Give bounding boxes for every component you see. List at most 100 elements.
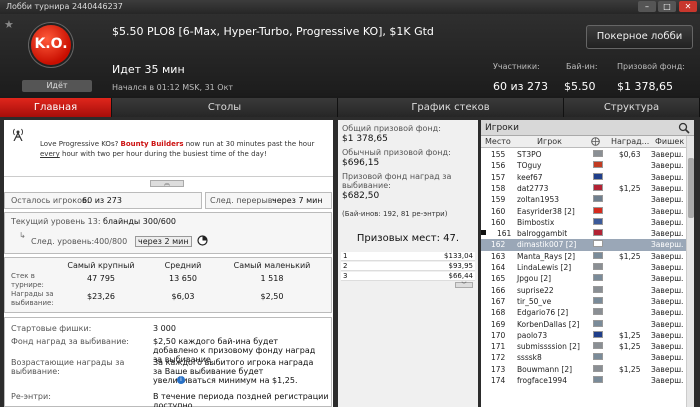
player-place: 164 [491,263,506,272]
elapsed-time: Идет 35 мин [112,63,185,76]
player-row[interactable]: 160 Easyrider38 [2] Заверш. [481,206,686,217]
country-flag-icon [593,150,603,157]
next-level-time: через 2 мин [135,236,192,247]
window-title: Лобби турнира 2440446237 [6,2,123,11]
player-place: 158 [491,183,506,193]
country-flag-icon [593,308,603,316]
player-place: 160 [491,206,506,216]
country-flag-icon [593,183,603,191]
player-row[interactable]: 162 dimastik007 [2] Заверш. [481,239,686,251]
promo-highlight[interactable]: Bounty Builders [121,140,184,148]
entrants-label: Участники: [493,62,540,71]
player-name: dimastik007 [2] [517,240,577,250]
remaining-label: Осталось игроков: [11,196,90,205]
expand-payouts-button[interactable]: ︾ [455,282,473,288]
player-name: zoltan1953 [517,195,559,205]
col-place[interactable]: Место [485,137,511,146]
player-row[interactable]: 170 paolo73 $1,25 Заверш. [481,330,686,341]
country-flag-icon [593,240,603,248]
player-bounty: $0,63 [619,150,641,159]
player-place: 167 [491,296,506,306]
break-value: через 7 мин [272,196,323,205]
globe-icon[interactable] [591,137,600,148]
country-flag-icon [593,263,603,270]
player-row[interactable]: 159 zoltan1953 Заверш. [481,194,686,205]
player-chips: Заверш. [651,251,684,261]
info-icon[interactable]: i [177,376,185,384]
player-row[interactable]: 165 Jpgou [2] Заверш. [481,273,686,284]
player-bounty: $1,25 [619,342,641,352]
player-row[interactable]: 156 TOguy Заверш. [481,160,686,171]
player-row[interactable]: 168 Edgario76 [2] Заверш. [481,307,686,318]
player-row[interactable]: 158 dat2773 $1,25 Заверш. [481,183,686,194]
collapse-banner-button[interactable]: ︽ [150,180,184,187]
player-row[interactable]: 172 ssssk8 Заверш. [481,352,686,363]
player-row[interactable]: 155 ST3PO $0,63 Заверш. [481,149,686,160]
player-name: paolo73 [517,330,548,340]
player-chips: Заверш. [651,229,684,239]
player-chips: Заверш. [651,308,684,318]
col-bounty[interactable]: Наград... [611,137,649,146]
next-level-label: След. уровень: [31,237,95,246]
player-row[interactable]: 163 Manta_Rays [2] $1,25 Заверш. [481,251,686,262]
tab-tables[interactable]: Столы [112,98,338,117]
player-place: 157 [491,172,506,182]
player-row[interactable]: 173 Bouwmann [2] $1,25 Заверш. [481,364,686,375]
player-row[interactable]: 160 Bimbostix Заверш. [481,217,686,228]
player-place: 160 [491,217,506,227]
payout-amount: $93,95 [448,262,474,270]
country-flag-icon [593,172,603,180]
player-row[interactable]: 157 keef67 Заверш. [481,172,686,183]
player-name: Bimbostix [517,217,555,227]
country-flag-icon [593,296,603,304]
player-place: 169 [491,319,506,329]
search-icon[interactable] [678,122,690,134]
ko-prize-value: $682,50 [342,191,380,201]
player-row[interactable]: 169 KorbenDallas [2] Заверш. [481,319,686,330]
maximize-button[interactable]: □ [658,1,676,12]
ko-prize-label: Призовой фонд наград за выбивание: [342,172,452,190]
player-row[interactable]: 171 submissssion [2] $1,25 Заверш. [481,341,686,352]
player-row[interactable]: 166 suprise22 Заверш. [481,285,686,296]
remaining-value: 60 из 273 [82,196,122,205]
poker-lobby-button[interactable]: Покерное лобби [586,25,693,49]
player-name: KorbenDallas [2] [517,319,580,329]
stack-largest: 47 795 [87,274,115,283]
player-name: ST3PO [517,150,542,159]
stack-table: Самый крупный Средний Самый маленький Ст… [4,257,332,313]
player-bounty: $1,25 [619,183,641,193]
player-row[interactable]: 164 LindaLewis [2] Заверш. [481,262,686,273]
player-row[interactable]: 161 balroggambit Заверш. [481,228,686,239]
country-flag-icon [593,195,603,203]
close-button[interactable]: ✕ [679,1,697,12]
minimize-button[interactable]: – [638,1,656,12]
player-chips: Заверш. [651,195,684,205]
player-chips: Заверш. [651,364,684,374]
player-row[interactable]: 174 frogface1994 Заверш. [481,375,686,386]
player-row[interactable]: 167 tir_50_ve Заверш. [481,296,686,307]
star-icon[interactable]: ★ [4,18,14,31]
promo-banner: Love Progressive KOs? Bounty Builders no… [4,120,333,187]
player-chips: Заверш. [651,376,684,385]
tab-main[interactable]: Главная [0,98,112,117]
player-name: balroggambit [517,229,568,239]
player-chips: Заверш. [651,172,684,182]
col-player[interactable]: Игрок [537,137,562,146]
payout-place: 2 [343,262,348,270]
player-place: 163 [491,251,506,261]
players-header: Игроки [481,120,694,136]
buyins-count: (Бай-инов: 192, 81 ре-энтри) [342,210,448,218]
player-place: 165 [491,274,506,284]
details-box: Стартовые фишки: 3 000 Фонд наград за вы… [4,317,332,407]
scrollbar-thumb[interactable] [688,158,694,218]
tab-stack-chart[interactable]: График стеков [338,98,564,117]
players-scrollbar[interactable] [686,136,694,407]
detail-value-chips: 3 000 [153,324,176,333]
col-chips[interactable]: Фишек [655,137,684,146]
country-flag-icon [593,342,603,350]
prize-pool-value: $1 378,65 [617,80,673,93]
players-title: Игроки [485,123,519,133]
tab-structure[interactable]: Структура [564,98,700,117]
window-titlebar: Лобби турнира 2440446237 – □ ✕ [0,0,700,14]
player-name: Manta_Rays [2] [517,251,576,261]
